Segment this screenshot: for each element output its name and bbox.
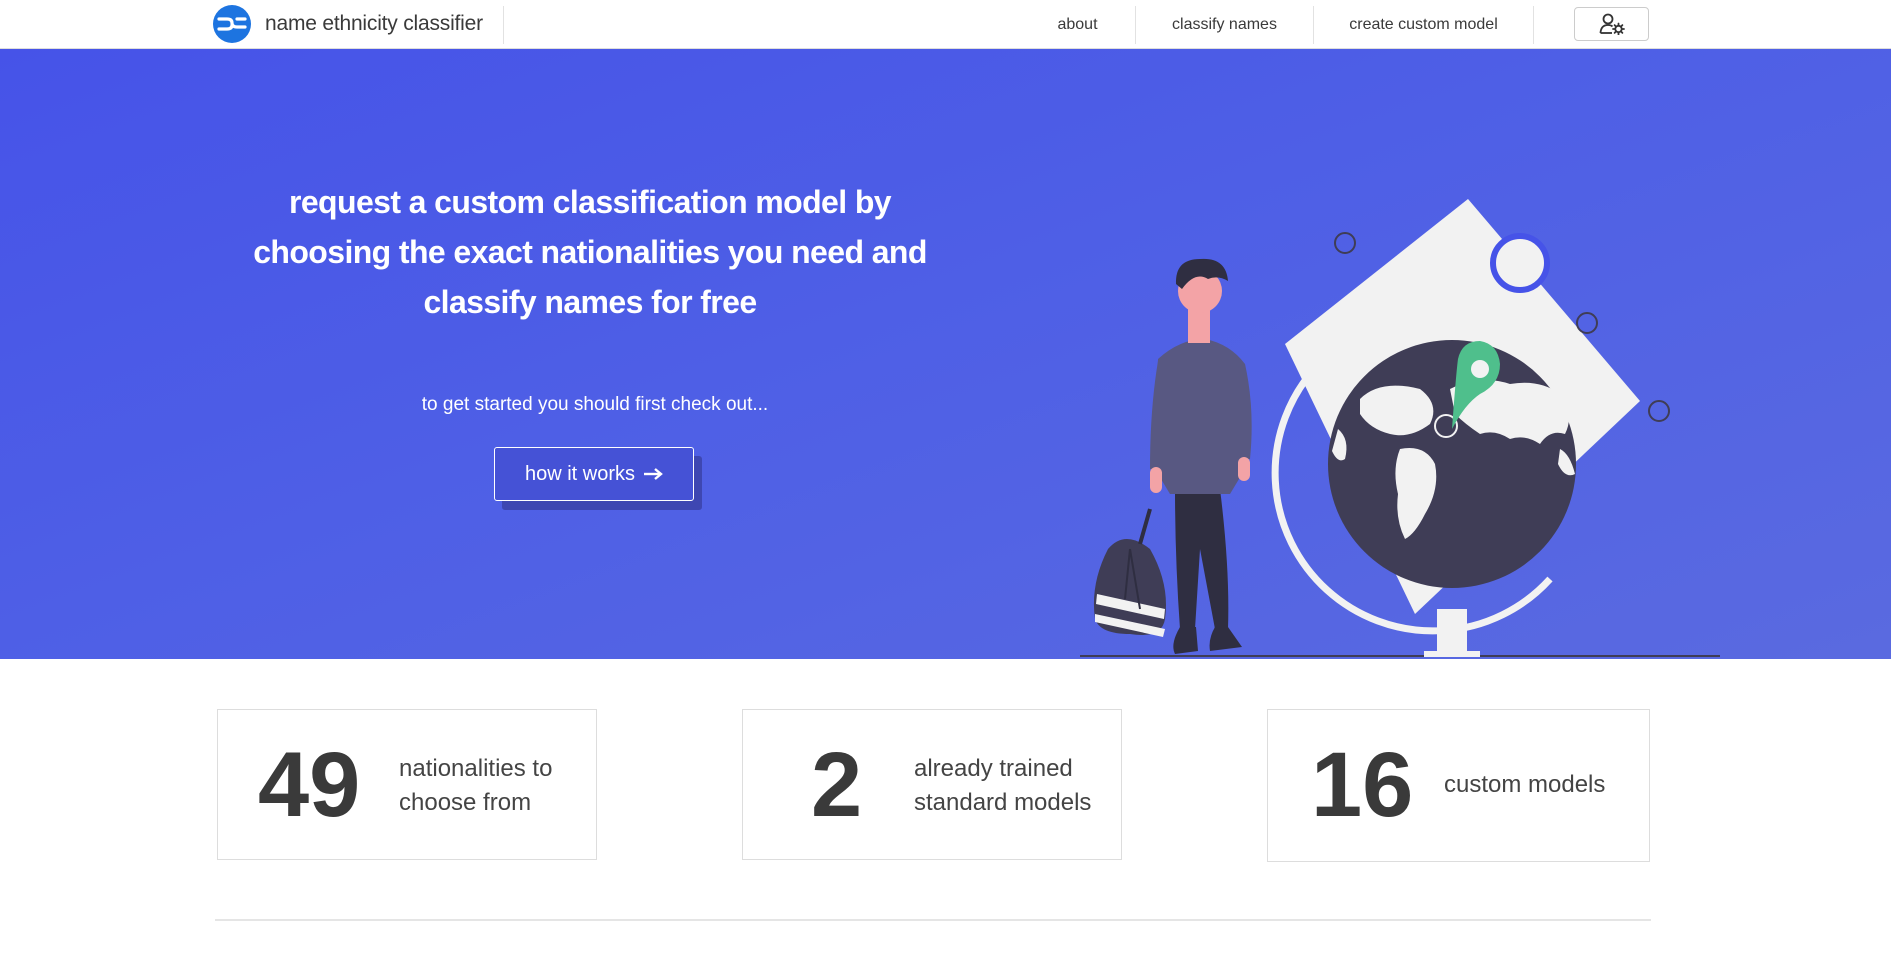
nav-link-classify-names[interactable]: classify names: [1136, 6, 1314, 44]
stat-card-standard-models: 2 already trained standard models: [742, 709, 1122, 860]
user-cog-icon: [1599, 13, 1625, 35]
nav-links: about classify names create custom model: [1020, 6, 1534, 44]
stat-number: 16: [1311, 734, 1414, 836]
arrow-right-icon: [644, 468, 663, 480]
stat-card-custom-models: 16 custom models: [1267, 709, 1650, 862]
stat-label: already trained standard models: [914, 755, 1092, 816]
brand-name: name ethnicity classifier: [265, 12, 483, 35]
stat-number: 49: [258, 734, 361, 836]
hero-subtitle: to get started you should first check ou…: [421, 394, 769, 415]
how-it-works-button[interactable]: how it works: [494, 447, 694, 501]
traveler-globe-illustration: [1080, 199, 1720, 657]
stat-label: custom models: [1444, 771, 1606, 798]
nav-link-create-custom-model[interactable]: create custom model: [1314, 6, 1534, 44]
how-it-works-wrapper: how it works: [494, 447, 702, 510]
how-it-works-label: how it works: [524, 462, 636, 485]
stat-number: 2: [811, 734, 863, 836]
stat-label: nationalities to choose from: [399, 755, 553, 816]
account-button[interactable]: [1574, 7, 1649, 41]
stat-card-nationalities: 49 nationalities to choose from: [217, 709, 597, 860]
navbar: name ethnicity classifier about classify…: [0, 0, 1891, 49]
brand[interactable]: name ethnicity classifier: [213, 5, 483, 43]
section-divider: [215, 919, 1651, 921]
brand-divider: [503, 6, 504, 44]
hero-title: request a custom classification model by…: [253, 184, 927, 320]
nav-link-about[interactable]: about: [1020, 6, 1136, 44]
brand-logo-icon: [213, 5, 251, 43]
hero-section: request a custom classification model by…: [0, 49, 1891, 659]
